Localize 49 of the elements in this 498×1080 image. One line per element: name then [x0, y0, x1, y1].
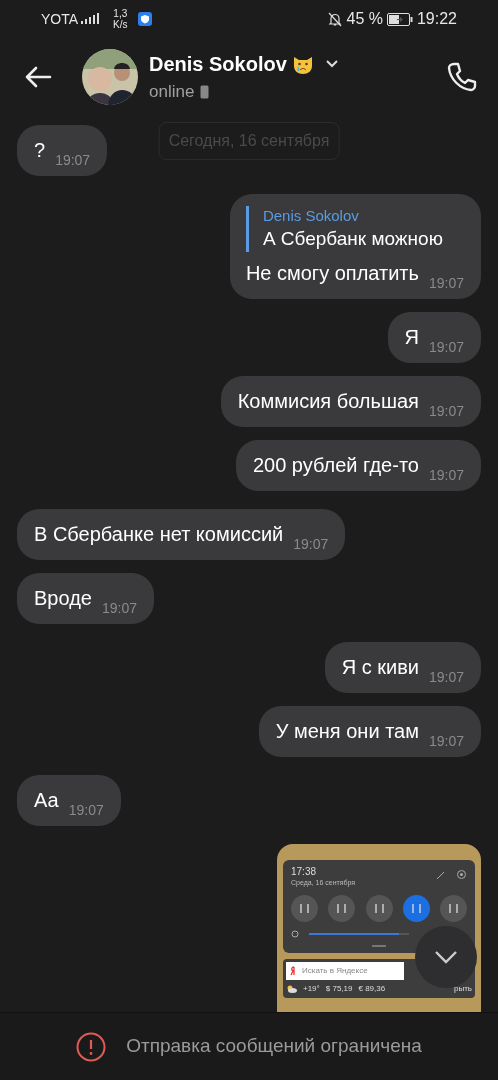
message-text: Коммисия большая: [237, 389, 419, 414]
message-text: ?: [34, 138, 46, 163]
warning-icon: [76, 1031, 107, 1062]
message-time: 19:07: [101, 599, 137, 618]
clock-time: 19:22: [416, 9, 457, 29]
contact-name: Denis Sokolov: [149, 51, 287, 77]
chevron-down-icon: [434, 950, 458, 964]
chevron-down-icon[interactable]: [324, 59, 339, 69]
message-text: В Сбербанке нет комиссий: [34, 522, 284, 547]
message-text: У меня они там: [275, 719, 419, 744]
reply-author: Denis Sokolov: [262, 206, 360, 226]
message-time: 19:07: [68, 801, 104, 820]
battery-percent: 45 %: [346, 9, 383, 29]
search-field[interactable]: Искать в Яндексе: [286, 962, 404, 980]
phone-call-icon[interactable]: [446, 60, 478, 93]
message-time: 19:07: [428, 338, 464, 357]
message-time: 19:07: [428, 668, 464, 687]
message-time: 19:07: [428, 732, 464, 751]
shield-icon: [137, 12, 152, 26]
panel-time: 17:38: [291, 866, 318, 878]
speed-value: 1,3: [113, 8, 128, 19]
usd-rate: $ 75,19: [325, 983, 353, 995]
message-text: Я: [404, 325, 419, 350]
battery-icon: [386, 12, 413, 26]
settings-icon: [456, 869, 467, 880]
carrier-name: YOTA: [41, 9, 79, 29]
message-text: Не смогу оплатить: [245, 261, 419, 286]
handle-bar: [372, 945, 386, 947]
cloud-sun-icon: [286, 985, 297, 993]
bell-off-icon: [328, 11, 343, 27]
eur-rate: € 89,36: [358, 983, 386, 995]
speed-unit: K/s: [113, 19, 128, 30]
message-time: 19:07: [55, 151, 91, 170]
phone-device-icon: [200, 84, 210, 99]
back-arrow-icon[interactable]: [24, 64, 52, 89]
reply-quote: А Сбербанк можною: [262, 227, 444, 251]
online-status: online: [149, 80, 195, 103]
message-time: 19:07: [428, 274, 464, 293]
weather-temp: +19°: [303, 983, 320, 995]
message-time: 19:07: [428, 402, 464, 421]
message-time: 19:07: [293, 535, 329, 554]
message-text: Я с киви: [341, 655, 419, 680]
restriction-notice: Отправка сообщений ограничена: [126, 1034, 422, 1059]
search-placeholder: Искать в Яндексе: [302, 965, 368, 977]
message-time: 19:07: [428, 466, 464, 485]
message-text: Вроде: [34, 586, 92, 611]
message-text: 200 рублей где-то: [252, 453, 419, 478]
yandex-logo-icon: [290, 966, 296, 976]
message-text: Аа: [34, 788, 59, 813]
